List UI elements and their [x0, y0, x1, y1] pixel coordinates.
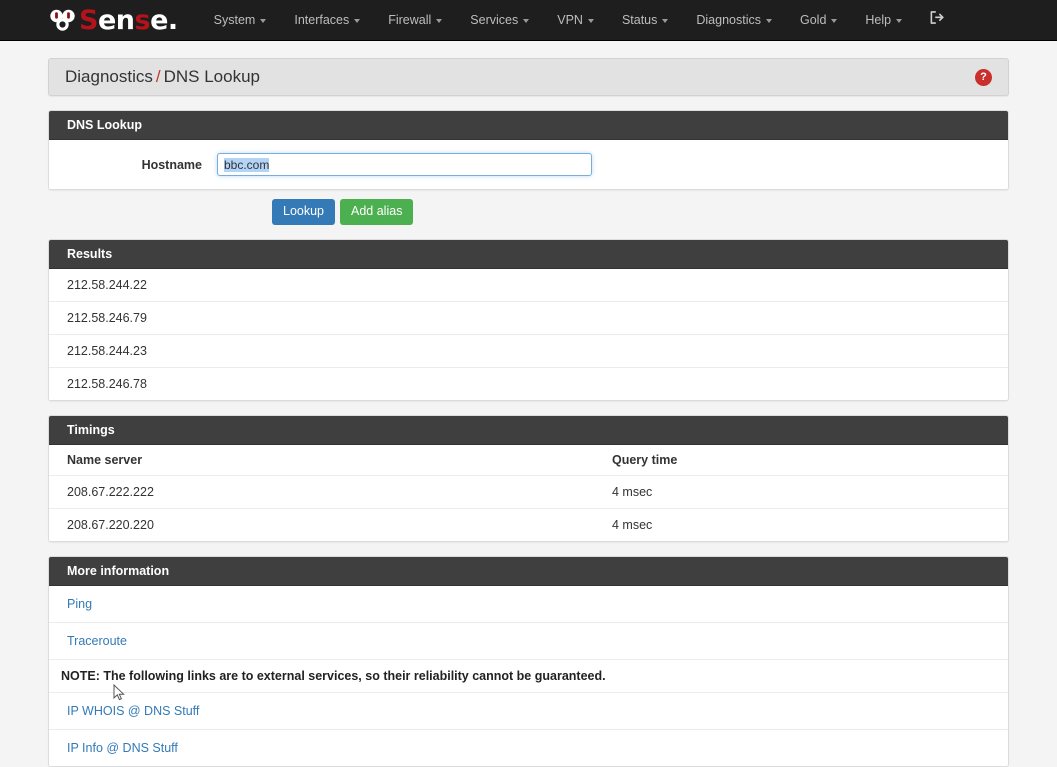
nav-item-label: Diagnostics: [696, 13, 761, 27]
cell-name-server: 208.67.220.220: [67, 517, 154, 532]
nav-item-label: Status: [621, 13, 658, 27]
chevron-down-icon: [766, 19, 772, 23]
dns-lookup-panel-body: Hostname: [49, 140, 1008, 189]
list-item: 212.58.244.22: [67, 277, 147, 292]
breadcrumb: Diagnostics / DNS Lookup ?: [48, 58, 1009, 96]
list-item: 212.58.246.79: [49, 300, 1008, 334]
nav-item-diagnostics[interactable]: Diagnostics: [682, 2, 786, 38]
nav-item-label: Interfaces: [294, 13, 350, 27]
nav-item-label: Help: [865, 13, 892, 27]
dns-lookup-panel: DNS Lookup Hostname: [48, 110, 1009, 190]
link-ip-info-dns-stuff[interactable]: IP Info @ DNS Stuff: [67, 741, 178, 755]
more-information-panel-title: More information: [49, 556, 1008, 586]
timings-table-wrap: Name server Query time 208.67.222.222 4 …: [49, 444, 1008, 541]
cell-name-server: 208.67.222.222: [49, 475, 594, 509]
nav-item-gold[interactable]: Gold: [786, 2, 851, 38]
column-header-query-time: Query time: [594, 444, 1008, 476]
nav-item-services[interactable]: Services: [456, 2, 543, 38]
list-item: Traceroute: [49, 621, 1008, 659]
nav-item-vpn[interactable]: VPN: [543, 2, 608, 38]
nav-item-firewall[interactable]: Firewall: [374, 2, 456, 38]
link-ping[interactable]: Ping: [67, 597, 92, 611]
table-row: 208.67.220.220 4 msec: [49, 508, 1008, 541]
cell-query-time: 4 msec: [594, 475, 1008, 509]
nav-menu: System Interfaces Firewall Services VPN …: [200, 0, 959, 41]
timings-panel: Timings Name server Query time 208.67.22…: [48, 414, 1009, 542]
list-item: 212.58.244.23: [49, 333, 1008, 367]
list-item: 212.58.246.78: [49, 366, 1008, 400]
list-item: Ping: [49, 586, 1008, 622]
hostname-row: Hostname: [49, 140, 1008, 189]
pfsense-logo[interactable]: Sense.: [48, 0, 178, 41]
nav-item-label: Services: [470, 13, 519, 27]
cell-query-time: 4 msec: [612, 517, 653, 532]
timings-panel-title: Timings: [49, 415, 1008, 445]
chevron-down-icon: [523, 19, 530, 23]
page-container: Diagnostics / DNS Lookup ? DNS Lookup Host…: [0, 58, 1057, 767]
nav-item-system[interactable]: System: [200, 2, 281, 38]
breadcrumb-parent[interactable]: Diagnostics: [65, 67, 153, 86]
chevron-down-icon: [662, 19, 669, 23]
results-panel-title: Results: [49, 239, 1008, 269]
more-information-body: Ping Traceroute NOTE: The following link…: [49, 585, 1008, 766]
nav-item-status[interactable]: Status: [608, 2, 682, 38]
table-header-row: Name server Query time: [49, 444, 1008, 476]
external-services-note: NOTE: The following links are to externa…: [49, 658, 1008, 692]
link-ip-whois-dns-stuff[interactable]: IP WHOIS @ DNS Stuff: [67, 704, 199, 718]
logout-button[interactable]: [916, 0, 959, 41]
table-row: 208.67.222.222 4 msec: [49, 475, 1008, 509]
question-mark-icon[interactable]: ?: [975, 68, 992, 86]
chevron-down-icon: [354, 19, 361, 23]
sign-out-icon: [930, 10, 945, 30]
breadcrumb-separator: /: [155, 67, 161, 86]
hostname-label: Hostname: [141, 157, 202, 172]
action-buttons: Lookup Add alias: [48, 190, 1009, 225]
chevron-down-icon: [896, 19, 903, 23]
nav-item-label: System: [213, 13, 256, 27]
breadcrumb-text: Diagnostics / DNS Lookup: [65, 67, 975, 87]
page-title: DNS Lookup: [163, 67, 260, 86]
lookup-button[interactable]: Lookup: [272, 199, 336, 225]
chevron-down-icon: [436, 19, 443, 23]
chevron-down-icon: [831, 19, 838, 23]
hostname-input[interactable]: [217, 153, 592, 176]
nav-item-label: Firewall: [388, 13, 432, 27]
nav-item-label: VPN: [557, 13, 583, 27]
chevron-down-icon: [260, 19, 267, 23]
top-navbar: Sense. System Interfaces Firewall Servic…: [0, 0, 1057, 41]
timings-table: Name server Query time 208.67.222.222 4 …: [49, 444, 1008, 541]
results-panel: Results 212.58.244.22 212.58.246.79 212.…: [48, 238, 1009, 401]
chevron-down-icon: [587, 19, 594, 23]
nav-item-label: Gold: [800, 13, 827, 27]
pf-logo-icon: [48, 9, 78, 31]
nav-item-help[interactable]: Help: [851, 2, 916, 38]
column-header-name-server: Name server: [49, 444, 594, 476]
list-item: IP WHOIS @ DNS Stuff: [49, 691, 1008, 729]
dns-lookup-panel-title: DNS Lookup: [49, 111, 1008, 140]
brand-wordmark: Sense.: [79, 4, 178, 36]
nav-item-interfaces[interactable]: Interfaces: [280, 2, 374, 38]
more-information-panel: More information Ping Traceroute NOTE: T…: [48, 555, 1009, 767]
results-list: 212.58.244.22 212.58.246.79 212.58.244.2…: [49, 268, 1008, 400]
link-traceroute[interactable]: Traceroute: [67, 634, 127, 648]
list-item: IP Info @ DNS Stuff: [49, 728, 1008, 766]
add-alias-button[interactable]: Add alias: [340, 199, 414, 225]
